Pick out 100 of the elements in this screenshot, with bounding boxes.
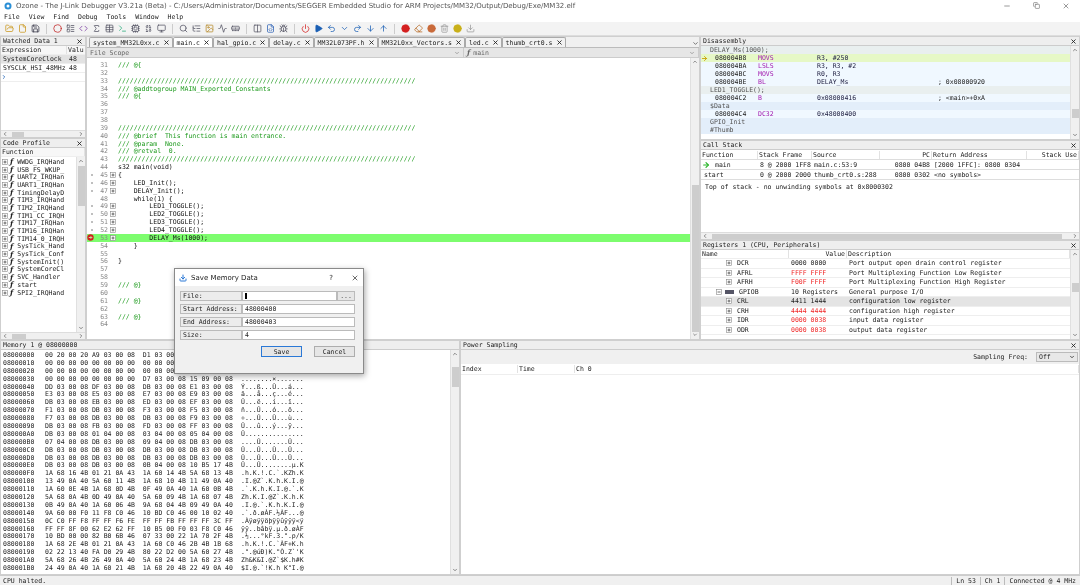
undo-icon[interactable] [326, 23, 337, 34]
chevron-right-icon[interactable] [78, 333, 84, 339]
circle-icon[interactable] [52, 23, 63, 34]
close-icon[interactable] [491, 39, 499, 46]
expand-icon[interactable] [2, 235, 8, 242]
play-icon[interactable] [313, 23, 324, 34]
scrollbar[interactable] [1070, 250, 1079, 339]
expand-icon[interactable] [2, 166, 8, 173]
circle-icon[interactable] [452, 23, 463, 34]
chevron-up-icon[interactable] [1072, 251, 1078, 257]
chevron-down-icon[interactable] [78, 325, 84, 331]
pulse-icon[interactable] [217, 23, 228, 34]
chevron-down-icon[interactable] [452, 567, 458, 573]
scroll-thumb[interactable] [12, 131, 24, 137]
expand-icon[interactable] [2, 281, 8, 288]
scrollbar[interactable] [690, 58, 699, 339]
close-icon[interactable] [162, 39, 170, 46]
expand-icon[interactable] [110, 227, 116, 234]
table-icon[interactable] [104, 23, 115, 34]
redo-icon[interactable] [352, 23, 363, 34]
chevron-right-icon[interactable] [1072, 233, 1078, 239]
circle-icon[interactable] [400, 23, 411, 34]
chevron-right-icon[interactable] [78, 131, 84, 137]
expand-icon[interactable] [2, 174, 8, 181]
expand-icon[interactable] [110, 179, 116, 186]
close-icon[interactable] [1070, 141, 1077, 149]
chevron-down-icon[interactable] [1072, 132, 1078, 138]
expand-icon[interactable] [110, 219, 116, 226]
close-icon[interactable] [76, 37, 83, 45]
scroll-thumb[interactable] [451, 367, 459, 387]
arrow-down-icon[interactable] [365, 23, 376, 34]
columns-icon[interactable] [252, 23, 263, 34]
close-icon[interactable] [203, 39, 210, 46]
expand-icon[interactable] [2, 212, 8, 219]
search-icon[interactable] [178, 23, 189, 34]
expand-icon[interactable] [2, 243, 8, 250]
power-icon[interactable] [300, 23, 311, 34]
close-icon[interactable] [1070, 37, 1077, 45]
download-icon[interactable] [465, 23, 476, 34]
expand-icon[interactable] [726, 279, 732, 286]
expand-icon[interactable] [726, 307, 732, 314]
monitor-icon[interactable] [156, 23, 167, 34]
trash-icon[interactable] [439, 23, 450, 34]
scrollbar[interactable] [76, 157, 85, 332]
chevron-down-icon[interactable] [692, 332, 698, 338]
scroll-thumb[interactable] [12, 333, 26, 339]
expand-icon[interactable] [2, 289, 8, 296]
scroll-thumb[interactable] [1071, 109, 1079, 118]
expand-icon[interactable] [110, 172, 116, 179]
close-icon[interactable] [76, 139, 83, 147]
scroll-thumb[interactable] [691, 184, 699, 333]
expand-icon[interactable] [726, 326, 732, 333]
scroll-thumb[interactable] [712, 233, 1062, 239]
input-field[interactable] [242, 291, 337, 301]
scroll-thumb[interactable] [77, 166, 85, 206]
add-entry-icon[interactable] [1, 74, 7, 80]
scrollbar[interactable] [1, 130, 85, 137]
chevron-left-icon[interactable] [702, 233, 708, 239]
circle-icon[interactable] [426, 23, 437, 34]
close-icon[interactable] [455, 39, 462, 46]
scrollbar[interactable] [701, 232, 1079, 239]
image-icon[interactable] [204, 23, 215, 34]
close-icon[interactable] [351, 273, 359, 282]
chevron-up-icon[interactable] [78, 158, 84, 164]
scrollbar[interactable] [1, 332, 85, 339]
expand-icon[interactable] [2, 274, 8, 281]
sigma-icon[interactable] [91, 23, 102, 34]
collapse-icon[interactable] [716, 288, 722, 295]
expand-icon[interactable] [2, 189, 8, 196]
bug-icon[interactable] [278, 23, 289, 34]
close-icon[interactable] [1070, 341, 1077, 349]
expand-icon[interactable] [2, 204, 8, 211]
eraser-icon[interactable] [413, 23, 424, 34]
close-icon[interactable] [367, 39, 375, 46]
close-icon[interactable] [1070, 241, 1077, 249]
expand-icon[interactable] [726, 269, 732, 276]
close-icon[interactable] [303, 39, 311, 46]
expand-icon[interactable] [110, 211, 116, 218]
list-icon[interactable] [65, 23, 76, 34]
expand-icon[interactable] [2, 158, 8, 165]
expand-icon[interactable] [2, 197, 8, 204]
expand-icon[interactable] [2, 251, 8, 258]
scrollbar[interactable] [1070, 46, 1079, 139]
memory-icon[interactable] [230, 23, 241, 34]
close-icon[interactable] [259, 39, 267, 46]
chevron-left-icon[interactable] [2, 333, 8, 339]
expand-icon[interactable] [2, 258, 8, 265]
expand-icon[interactable] [726, 298, 732, 305]
arrow-up-icon[interactable] [378, 23, 389, 34]
expand-icon[interactable] [2, 228, 8, 235]
tree-icon[interactable] [191, 23, 202, 34]
expand-icon[interactable] [2, 181, 8, 188]
folder-icon[interactable] [4, 23, 15, 34]
scrollbar[interactable] [450, 350, 459, 574]
chevron-down-icon[interactable] [1072, 332, 1078, 338]
chevron-up-icon[interactable] [692, 59, 698, 65]
close-icon[interactable] [555, 39, 563, 46]
chevron-up-icon[interactable] [452, 351, 458, 357]
chevron-up-icon[interactable] [1072, 47, 1078, 53]
expand-icon[interactable] [726, 260, 732, 267]
